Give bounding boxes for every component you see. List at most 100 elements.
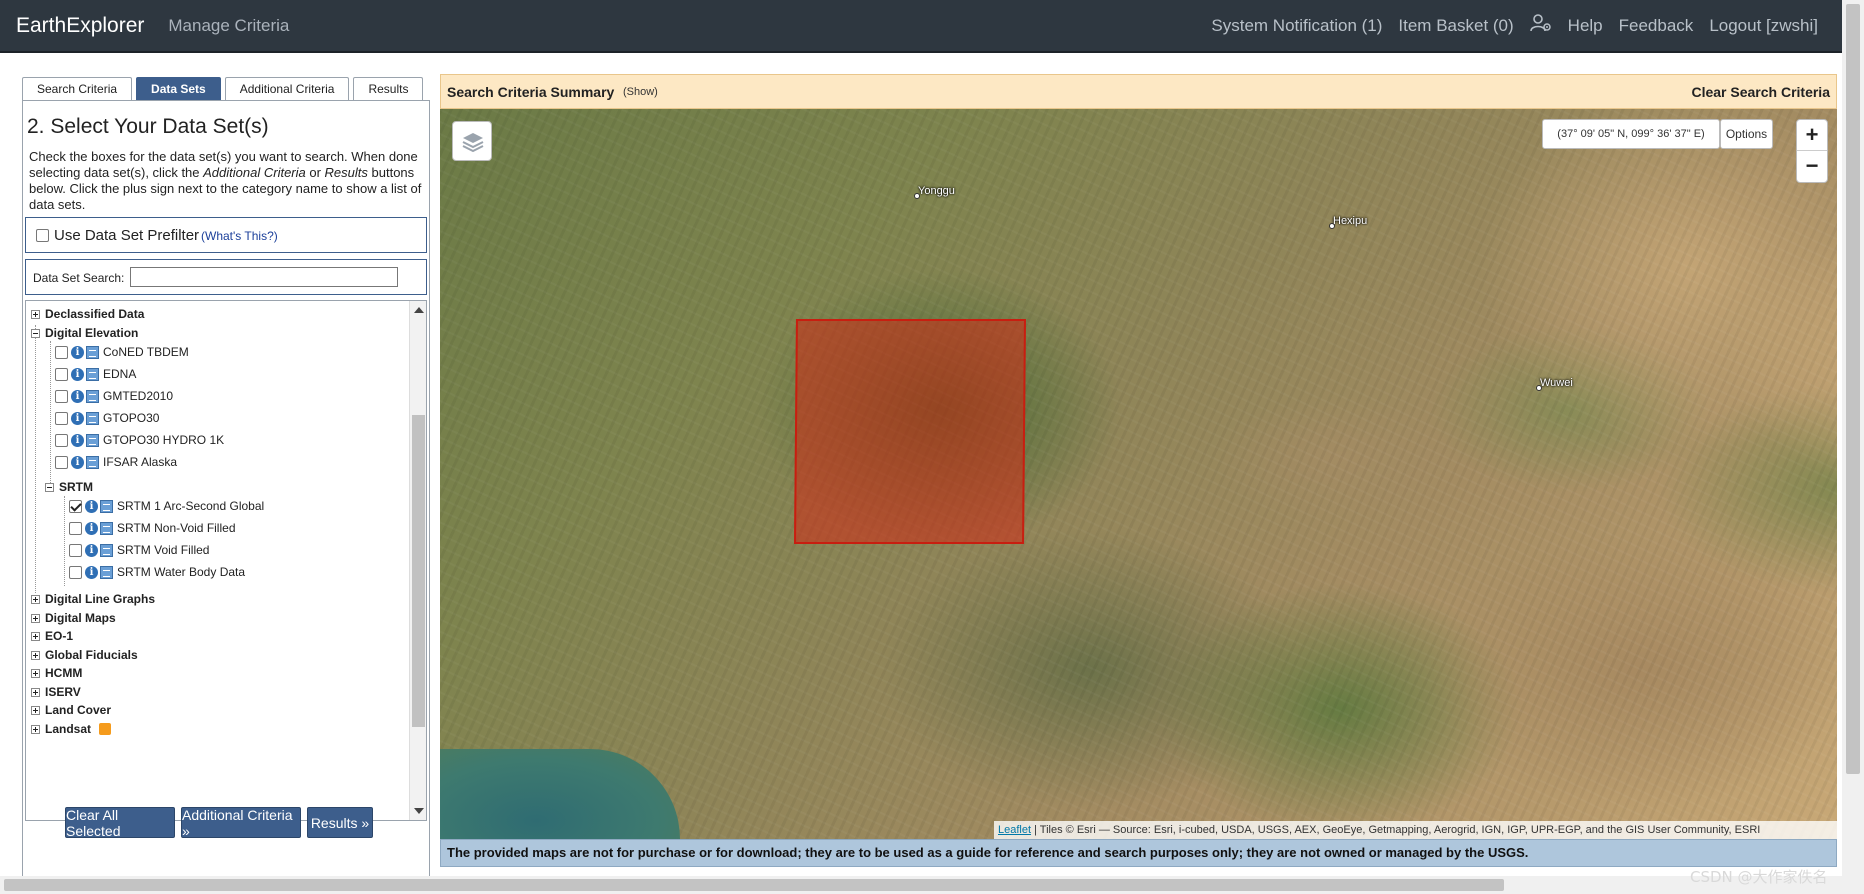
- dataset-checkbox[interactable]: [55, 433, 68, 447]
- zoom-in-button[interactable]: +: [1797, 120, 1827, 151]
- dataset-checkbox[interactable]: [69, 543, 82, 557]
- info-icon[interactable]: i: [85, 499, 98, 513]
- tree-connector: [50, 341, 51, 487]
- map-overlay-icon[interactable]: [86, 411, 99, 425]
- whats-this-link[interactable]: (What's This?): [201, 229, 278, 243]
- dataset-checkbox-checked[interactable]: [69, 499, 82, 513]
- map-disclaimer: The provided maps are not for purchase o…: [440, 839, 1837, 867]
- dataset-checkbox[interactable]: [55, 345, 68, 359]
- map-overlay-icon[interactable]: [100, 499, 113, 513]
- dataset-checkbox[interactable]: [55, 367, 68, 381]
- dataset-checkbox[interactable]: [69, 565, 82, 579]
- results-button[interactable]: Results »: [307, 807, 373, 838]
- user-gear-icon[interactable]: [1529, 13, 1552, 38]
- tree-category[interactable]: ISERV: [31, 684, 81, 700]
- scroll-thumb[interactable]: [412, 415, 425, 727]
- tab-search-criteria[interactable]: Search Criteria: [22, 77, 133, 101]
- info-icon[interactable]: i: [71, 345, 84, 359]
- info-icon[interactable]: i: [85, 521, 98, 535]
- dataset-search-input[interactable]: [130, 267, 398, 287]
- system-notification-link[interactable]: System Notification (1): [1211, 16, 1382, 36]
- map-overlay-icon[interactable]: [86, 455, 99, 469]
- category-label: Landsat: [45, 722, 92, 736]
- tab-additional-criteria[interactable]: Additional Criteria: [224, 77, 350, 101]
- collapse-icon[interactable]: [31, 328, 40, 338]
- scroll-thumb[interactable]: [1846, 4, 1860, 774]
- map-overlay-icon[interactable]: [100, 565, 113, 579]
- expand-icon[interactable]: [31, 724, 40, 734]
- map-overlay-icon[interactable]: [86, 367, 99, 381]
- scroll-thumb[interactable]: [4, 879, 1504, 891]
- info-icon[interactable]: i: [71, 367, 84, 381]
- dataset-label: GMTED2010: [103, 389, 174, 403]
- tree-category-srtm[interactable]: SRTM: [45, 479, 93, 495]
- tree-category[interactable]: HCMM: [31, 665, 82, 681]
- data-sets-panel: 2. Select Your Data Set(s) Check the box…: [22, 100, 430, 878]
- scroll-up-icon[interactable]: [414, 307, 424, 313]
- info-icon[interactable]: i: [71, 411, 84, 425]
- tree-category[interactable]: Land Cover: [31, 702, 111, 718]
- feedback-link[interactable]: Feedback: [1619, 16, 1694, 36]
- map-overlay-icon[interactable]: [100, 543, 113, 557]
- tree-category-digital-elevation[interactable]: Digital Elevation: [31, 325, 138, 341]
- page-vertical-scrollbar[interactable]: [1842, 0, 1864, 894]
- dataset-checkbox[interactable]: [55, 411, 68, 425]
- scroll-down-icon[interactable]: [414, 808, 424, 814]
- map-view[interactable]: Yonggu Hexipu Wuwei (37° 09' 05" N, 099°…: [440, 109, 1837, 839]
- nav-right: System Notification (1) Item Basket (0) …: [1211, 13, 1818, 38]
- tree-category[interactable]: Landsat: [31, 721, 112, 737]
- expand-icon[interactable]: [31, 594, 40, 604]
- leaflet-link[interactable]: Leaflet: [998, 824, 1031, 836]
- map-options-button[interactable]: Options: [1720, 119, 1773, 149]
- expand-icon[interactable]: [31, 687, 40, 697]
- info-icon[interactable]: i: [71, 455, 84, 469]
- brand-title[interactable]: EarthExplorer: [16, 14, 144, 38]
- info-icon[interactable]: i: [71, 433, 84, 447]
- category-label: Digital Line Graphs: [45, 592, 156, 606]
- expand-icon[interactable]: [31, 650, 40, 660]
- prefilter-checkbox[interactable]: [36, 229, 49, 242]
- item-basket-link[interactable]: Item Basket (0): [1398, 16, 1513, 36]
- map-overlay-icon[interactable]: [86, 433, 99, 447]
- expand-icon[interactable]: [31, 668, 40, 678]
- dataset-checkbox[interactable]: [69, 521, 82, 535]
- expand-icon[interactable]: [31, 705, 40, 715]
- logout-link[interactable]: Logout [zwshi]: [1709, 16, 1818, 36]
- help-link[interactable]: Help: [1568, 16, 1603, 36]
- clear-all-selected-button[interactable]: Clear All Selected: [65, 807, 175, 839]
- summary-show-link[interactable]: (Show): [623, 86, 658, 98]
- dataset-item: i SRTM Water Body Data: [69, 564, 245, 580]
- clear-search-criteria-link[interactable]: Clear Search Criteria: [1691, 84, 1830, 100]
- instructions-part: or: [305, 165, 325, 180]
- tab-data-sets[interactable]: Data Sets: [136, 77, 221, 101]
- expand-icon[interactable]: [31, 309, 40, 319]
- dataset-checkbox[interactable]: [55, 389, 68, 403]
- tab-results[interactable]: Results: [353, 77, 424, 101]
- additional-criteria-button[interactable]: Additional Criteria »: [181, 807, 301, 839]
- dataset-item: i IFSAR Alaska: [55, 454, 177, 470]
- area-of-interest-polygon[interactable]: [794, 319, 1026, 544]
- info-icon[interactable]: i: [85, 565, 98, 579]
- tree-scrollbar[interactable]: [409, 301, 426, 820]
- zoom-out-button[interactable]: −: [1797, 151, 1827, 182]
- map-overlay-icon[interactable]: [100, 521, 113, 535]
- tree-category[interactable]: Digital Maps: [31, 610, 116, 626]
- info-icon[interactable]: i: [71, 389, 84, 403]
- collapse-icon[interactable]: [45, 482, 54, 492]
- info-icon[interactable]: i: [85, 543, 98, 557]
- expand-icon[interactable]: [31, 613, 40, 623]
- rss-icon[interactable]: [99, 723, 112, 735]
- tree-category-declassified[interactable]: Declassified Data: [31, 306, 144, 322]
- dataset-search-label: Data Set Search:: [33, 271, 125, 285]
- tree-category[interactable]: Digital Line Graphs: [31, 591, 155, 607]
- tree-category[interactable]: EO-1: [31, 628, 73, 644]
- tree-category[interactable]: Global Fiducials: [31, 647, 138, 663]
- dataset-checkbox[interactable]: [55, 455, 68, 469]
- expand-icon[interactable]: [31, 631, 40, 641]
- page-horizontal-scrollbar[interactable]: [0, 876, 1842, 894]
- map-overlay-icon[interactable]: [86, 389, 99, 403]
- manage-criteria-link[interactable]: Manage Criteria: [168, 16, 289, 36]
- layers-icon[interactable]: [452, 121, 492, 161]
- category-label: HCMM: [45, 666, 83, 680]
- map-overlay-icon[interactable]: [86, 345, 99, 359]
